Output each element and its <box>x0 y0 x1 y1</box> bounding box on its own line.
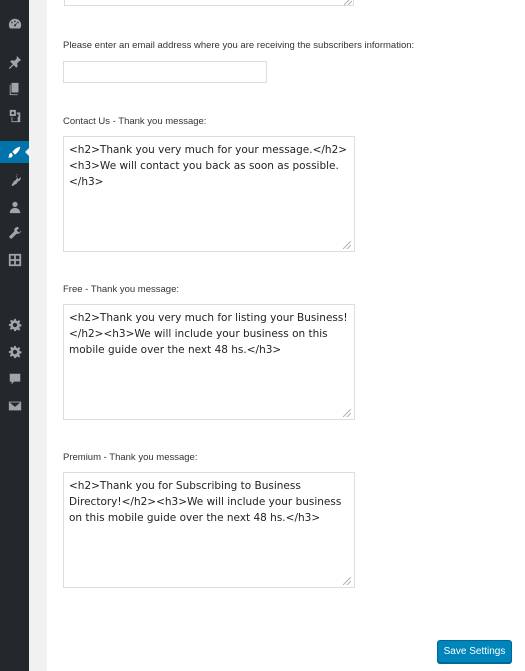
appearance-icon[interactable] <box>6 143 23 160</box>
contact-message-textarea[interactable]: <h2>Thank you very much for your message… <box>63 136 355 252</box>
gear-icon[interactable] <box>6 316 23 333</box>
media-icon[interactable] <box>6 107 23 124</box>
save-settings-button[interactable]: Save Settings <box>437 640 512 663</box>
content-gutter <box>29 0 47 671</box>
email-input[interactable] <box>63 61 267 83</box>
settings-grid-icon[interactable] <box>6 251 23 268</box>
users-icon[interactable] <box>6 198 23 215</box>
mail-icon[interactable] <box>6 397 23 414</box>
gear-icon[interactable] <box>6 343 23 360</box>
admin-sidebar <box>0 0 30 671</box>
tools-icon[interactable] <box>6 224 23 241</box>
pages-icon[interactable] <box>6 80 23 97</box>
premium-message-label: Premium - Thank you message: <box>63 452 198 463</box>
email-label: Please enter an email address where you … <box>63 40 415 51</box>
pin-icon[interactable] <box>6 53 23 70</box>
comment-icon[interactable] <box>6 370 23 387</box>
dashboard-icon[interactable] <box>6 15 23 32</box>
free-message-textarea[interactable]: <h2>Thank you very much for listing your… <box>63 304 355 420</box>
free-message-label: Free - Thank you message: <box>63 284 179 295</box>
plugins-icon[interactable] <box>6 171 23 188</box>
premium-message-textarea[interactable]: <h2>Thank you for Subscribing to Busines… <box>63 472 355 588</box>
sidebar-item-active[interactable] <box>0 141 30 163</box>
contact-message-label: Contact Us - Thank you message: <box>63 116 207 127</box>
previous-textarea-bottom[interactable] <box>64 0 354 6</box>
